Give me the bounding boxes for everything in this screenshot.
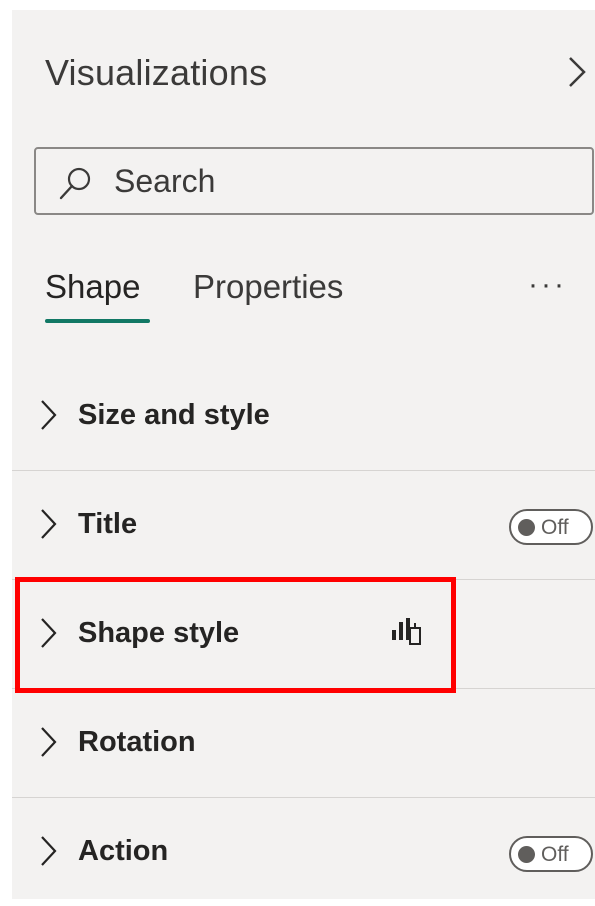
section-rotation[interactable]: Rotation: [12, 689, 595, 797]
toggle-knob: [518, 519, 535, 536]
more-options-button[interactable]: ···: [528, 268, 567, 302]
chevron-right-icon: [41, 400, 57, 430]
search-icon: [59, 167, 91, 200]
action-toggle[interactable]: Off: [509, 836, 593, 872]
section-label: Action: [78, 835, 169, 867]
chevron-right-icon: [41, 727, 57, 757]
active-tab-indicator: [45, 319, 150, 323]
search-box[interactable]: [34, 147, 594, 215]
toggle-label: Off: [541, 843, 569, 866]
pane-title: Visualizations: [45, 52, 268, 93]
toggle-knob: [518, 846, 535, 863]
chevron-right-icon: [569, 57, 586, 87]
chevron-right-icon: [41, 836, 57, 866]
section-label: Size and style: [78, 399, 270, 431]
collapse-pane-button[interactable]: [564, 54, 588, 90]
section-label: Rotation: [78, 726, 196, 758]
title-toggle[interactable]: Off: [509, 509, 593, 545]
section-label: Title: [78, 508, 138, 540]
tab-properties[interactable]: Properties: [193, 268, 343, 306]
section-action[interactable]: Action Off: [12, 798, 595, 906]
highlight-box: [15, 577, 456, 693]
search-input[interactable]: [114, 159, 574, 203]
tab-shape[interactable]: Shape: [45, 268, 140, 306]
section-title[interactable]: Title Off: [12, 471, 595, 579]
visualizations-pane: Visualizations Shape Properties ··· Size…: [12, 10, 595, 899]
toggle-label: Off: [541, 516, 569, 539]
section-size-and-style[interactable]: Size and style: [12, 362, 595, 470]
chevron-right-icon: [41, 509, 57, 539]
